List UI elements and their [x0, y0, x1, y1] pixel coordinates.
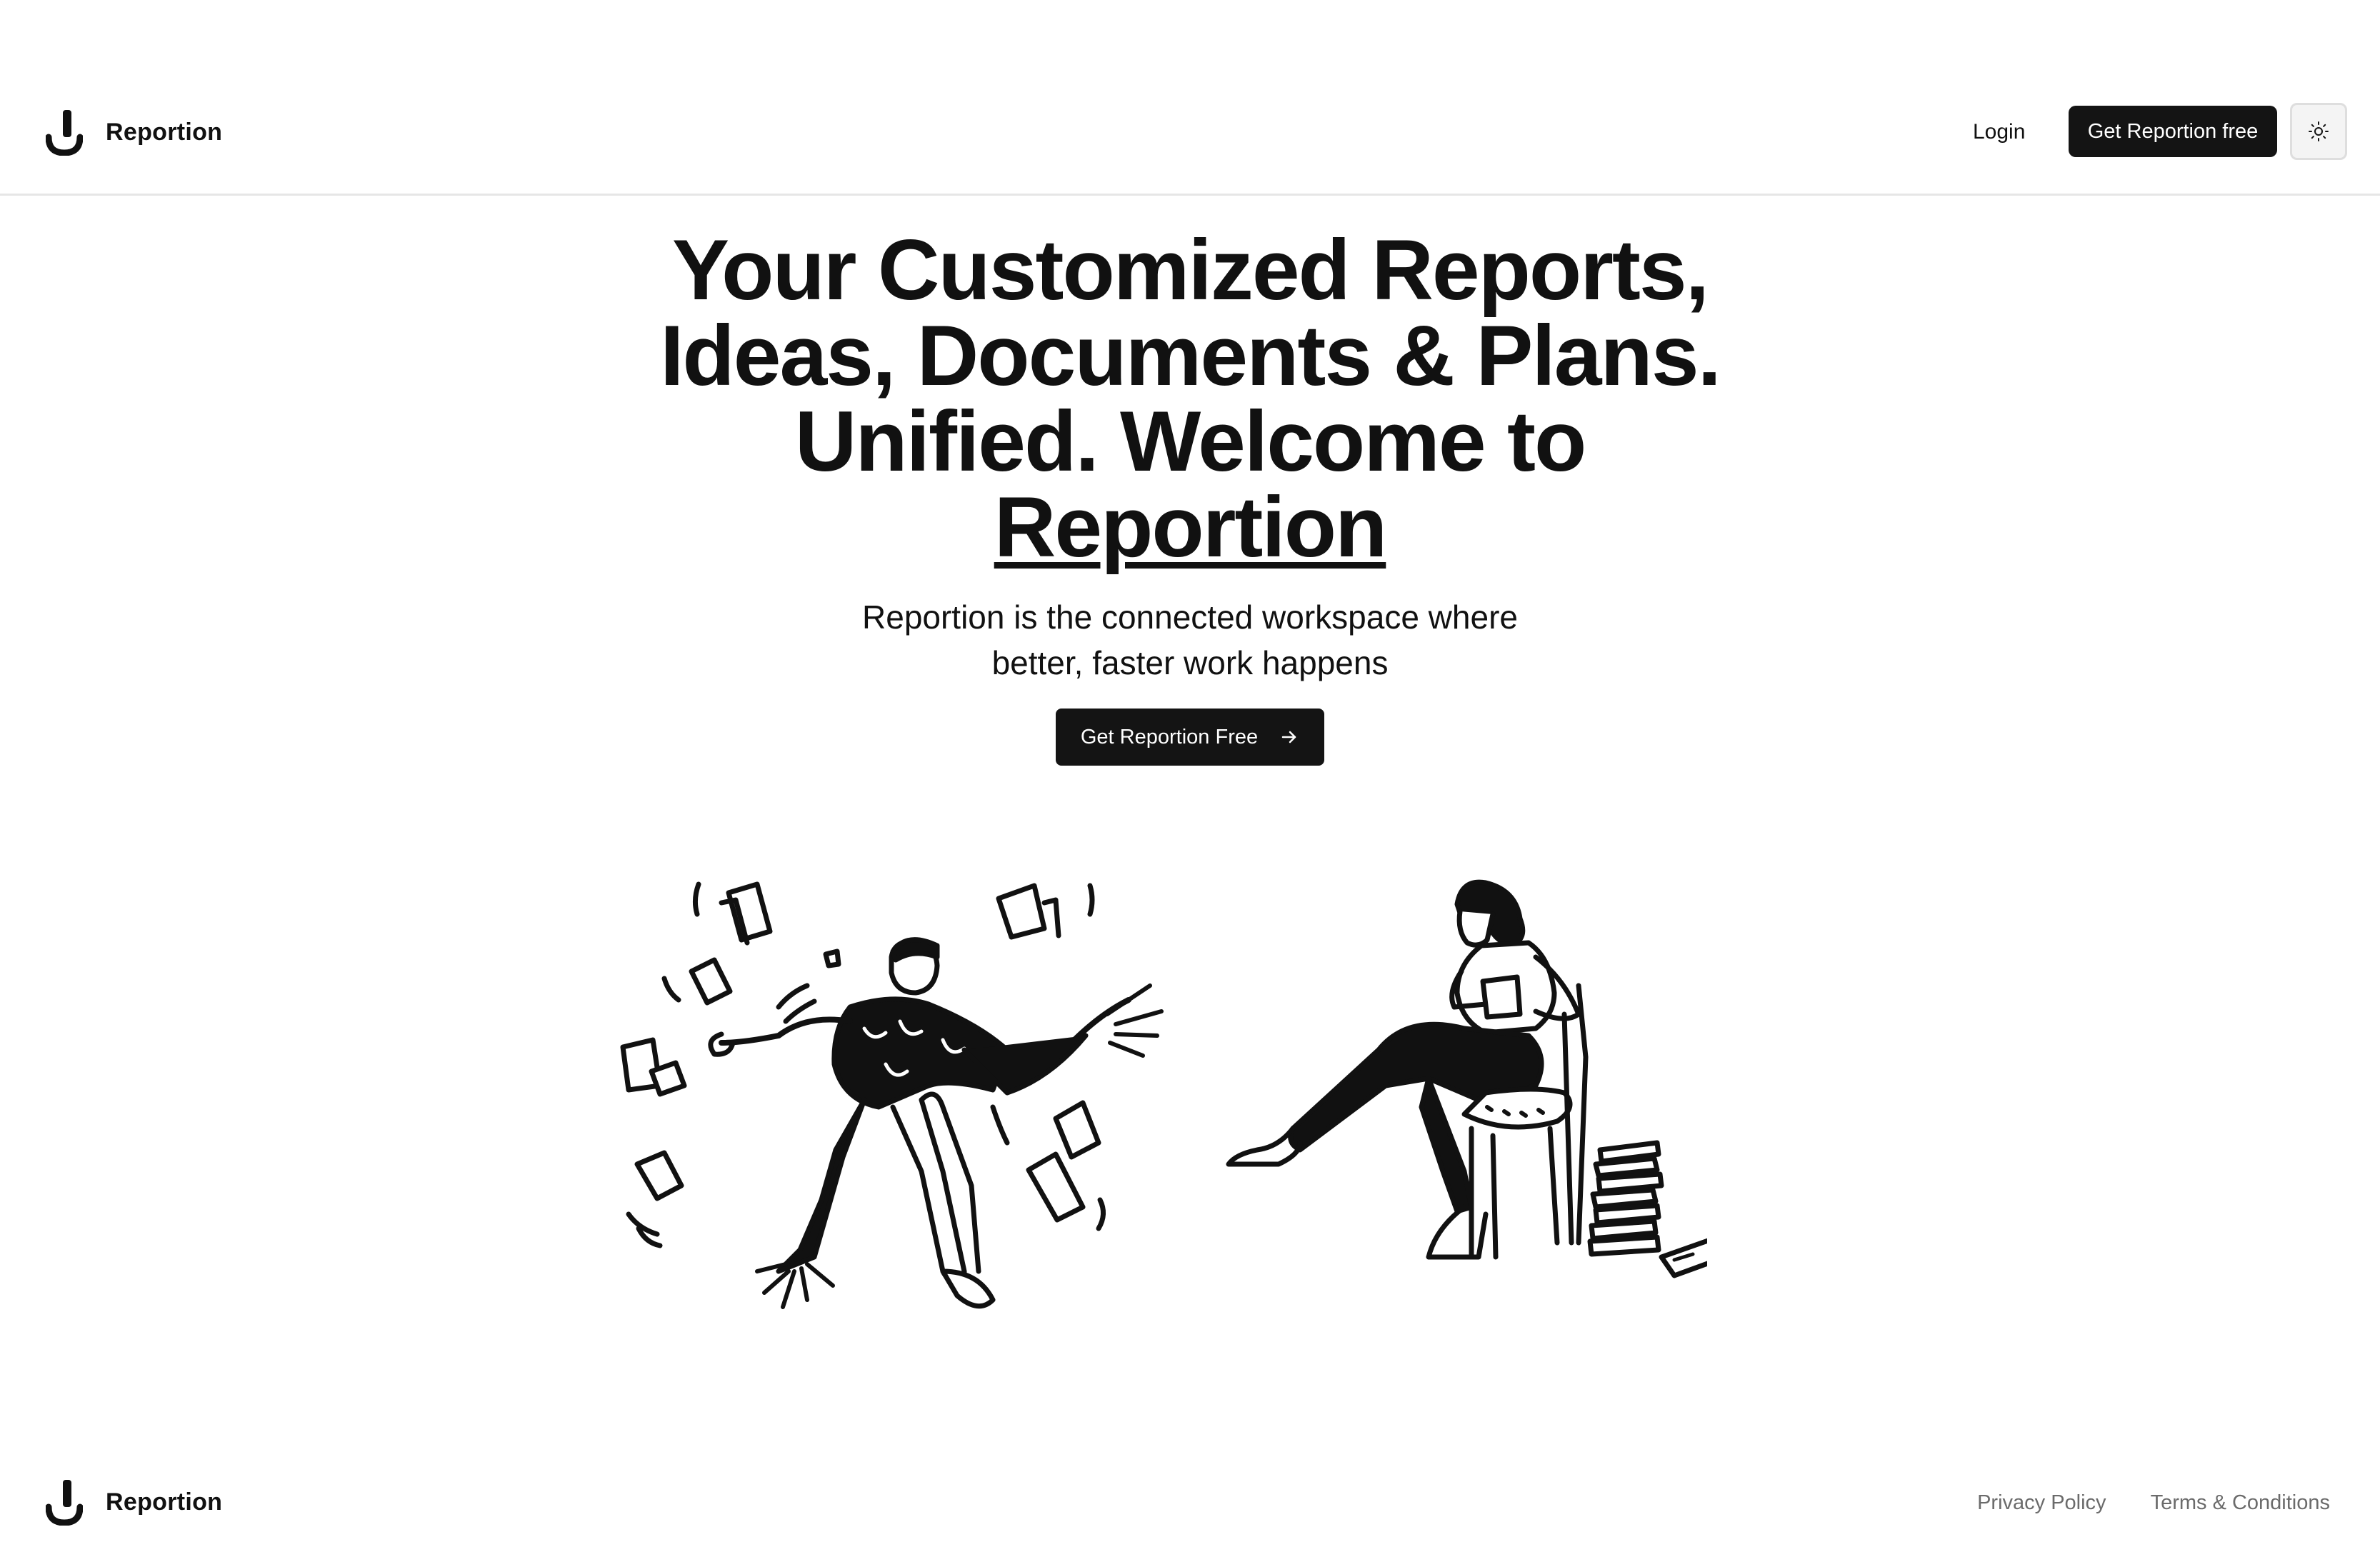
privacy-policy-link[interactable]: Privacy Policy: [1977, 1491, 2106, 1515]
hero-title-line: Ideas, Documents & Plans.: [660, 308, 1721, 404]
hero-title: Your Customized Reports, Ideas, Document…: [476, 227, 1904, 570]
arrow-right-icon: [1281, 731, 1296, 744]
theme-toggle-button[interactable]: [2290, 103, 2347, 160]
people-working-illustration: [620, 879, 1707, 1309]
login-link[interactable]: Login: [1973, 114, 2025, 150]
site-header: Reportion Login Get Reportion free: [0, 0, 2380, 196]
reportion-logo-icon: [46, 110, 83, 156]
hero-subtitle: Reportion is the connected workspace whe…: [761, 594, 1619, 686]
terms-conditions-link[interactable]: Terms & Conditions: [2151, 1491, 2330, 1515]
brand-logo-link[interactable]: Reportion: [46, 109, 222, 156]
get-reportion-free-button[interactable]: Get Reportion free: [2069, 106, 2277, 157]
footer-brand-name: Reportion: [106, 1488, 223, 1516]
page: Reportion Login Get Reportion free Your …: [0, 0, 2380, 1567]
hero-subtitle-line: better, faster work happens: [991, 644, 1389, 681]
footer-links: Privacy Policy Terms & Conditions: [1977, 1487, 2330, 1518]
hero-title-brand: Reportion: [994, 479, 1388, 575]
hero-title-line: Your Customized Reports,: [672, 222, 1709, 318]
footer-brand-logo-link[interactable]: Reportion: [46, 1478, 222, 1526]
reportion-logo-icon: [46, 1480, 83, 1526]
brand-name: Reportion: [106, 118, 223, 146]
hero-subtitle-line: Reportion is the connected workspace whe…: [862, 599, 1518, 636]
hero-get-reportion-free-button[interactable]: Get Reportion Free: [1056, 709, 1324, 766]
sun-icon: [2309, 121, 2329, 141]
hero-cta-label: Get Reportion Free: [1080, 725, 1259, 749]
hero-title-line: Unified. Welcome to: [794, 394, 1587, 489]
